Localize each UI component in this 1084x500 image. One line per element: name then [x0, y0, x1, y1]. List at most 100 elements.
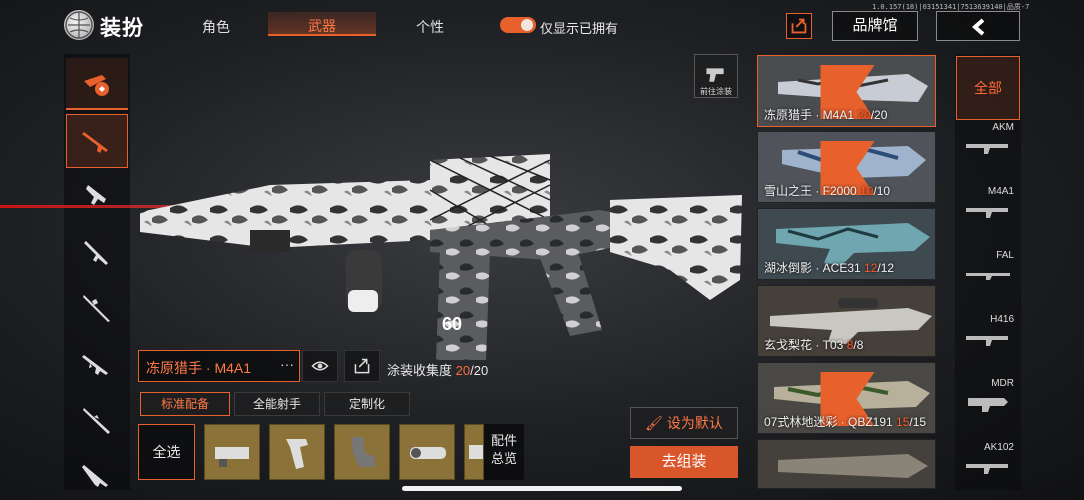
tab-all-round-shooter[interactable]: 全能射手 [234, 392, 320, 416]
machine-gun-icon [82, 355, 108, 375]
magazine-attachment-icon [469, 445, 483, 459]
mdr-icon [968, 398, 1008, 412]
go-assemble-button[interactable]: 去组装 [630, 446, 738, 478]
skin-card-qbz191[interactable]: 07式林地迷彩 · QBZ191 15/15 [757, 362, 936, 434]
skin-card-m4a1[interactable]: 冻原猎手 · M4A1 20/20 [757, 55, 936, 127]
skin-total-count: /12 [877, 261, 895, 275]
share-button[interactable] [344, 350, 380, 382]
tab-customization[interactable]: 定制化 [324, 392, 410, 416]
tab-standard-loadout[interactable]: 标准配备 [140, 392, 230, 416]
weapon-filter-h416[interactable]: H416 [956, 312, 1020, 372]
weapon-filter-label: H416 [990, 314, 1014, 325]
export-button[interactable] [786, 13, 812, 39]
category-smg[interactable] [66, 170, 128, 222]
back-button[interactable] [936, 11, 1020, 41]
back-arrow-icon [971, 18, 985, 36]
skin-owned-count: 15 [896, 415, 910, 429]
marksman-rifle-icon [83, 408, 110, 434]
game-logo-icon [64, 10, 94, 40]
ak102-icon [966, 464, 1008, 474]
scope-attachment-icon [410, 447, 446, 459]
eye-icon [311, 361, 329, 371]
weapon-skin-icon [84, 75, 109, 96]
skin-card-f2000[interactable]: 雪山之王 · F2000 10/10 [757, 131, 936, 203]
weapon-filter-label: AK102 [983, 442, 1014, 453]
weapon-filter-akm[interactable]: AKM [956, 120, 1020, 180]
skin-card-ace31[interactable]: 湖冰倒影 · ACE31 12/12 [757, 208, 936, 280]
attachment-slot[interactable] [204, 424, 260, 480]
fal-icon [966, 273, 1010, 280]
tab-personality[interactable]: 个性 [410, 17, 450, 37]
skin-card-label: 07式林地迷彩 · QBZ191 15/15 [764, 413, 926, 430]
overview-label-line1: 配件 [490, 433, 517, 448]
category-shotgun[interactable] [66, 226, 128, 278]
akm-icon [966, 144, 1008, 154]
skin-card-t03[interactable]: 玄戈梨花 · T03 8/8 [757, 285, 936, 357]
skin-card-label: 玄戈梨花 · T03 8/8 [764, 336, 863, 353]
svg-text:60: 60 [442, 314, 462, 334]
filter-all-button[interactable]: 全部 [956, 56, 1020, 120]
skin-owned-count: 20 [857, 108, 871, 122]
weapon-filter-label: AKM [992, 122, 1014, 133]
skin-total-count: /15 [909, 415, 927, 429]
home-indicator[interactable] [402, 486, 682, 491]
attachment-slot[interactable] [464, 424, 484, 480]
skin-total-count: /8 [853, 338, 864, 352]
category-lmg[interactable] [66, 338, 128, 390]
weapon-filter-fal[interactable]: FAL [956, 248, 1020, 308]
shotgun-icon [84, 241, 108, 265]
category-all-weapons[interactable] [66, 58, 128, 110]
skin-name: 玄戈梨花 · T03 [764, 338, 847, 352]
category-assault-rifle[interactable] [66, 114, 128, 168]
attachment-slot[interactable] [269, 424, 325, 480]
set-default-label: 设为默认 [666, 415, 723, 431]
stock-attachment-icon [351, 437, 375, 467]
brand-hall-button[interactable]: 品牌馆 [832, 11, 918, 41]
attachment-slot[interactable] [334, 424, 390, 480]
page-title: 装扮 [100, 17, 144, 40]
category-pistol[interactable] [66, 450, 128, 500]
category-sniper[interactable] [66, 282, 128, 334]
muzzle-attachment-icon [215, 447, 249, 467]
attachments-overview-button[interactable]: 配件 总览 [484, 424, 524, 480]
weapon-filter-label: FAL [996, 250, 1014, 261]
attachment-slot[interactable] [399, 424, 455, 480]
skin-collection-progress: 涂装收集度 20/20 [387, 360, 488, 379]
collection-owned: 20 [455, 363, 471, 378]
sniper-rifle-icon [83, 295, 110, 322]
select-all-button[interactable]: 全选 [138, 424, 195, 480]
skin-owned-count: 10 [860, 184, 874, 198]
skin-card-label: 雪山之王 · F2000 10/10 [764, 182, 890, 199]
skin-name: 07式林地迷彩 · QBZ191 [764, 415, 897, 429]
category-dmr[interactable] [66, 394, 128, 446]
weapon-filter-ak102[interactable]: AK102 [956, 440, 1020, 500]
m4a1-icon [966, 208, 1008, 218]
goto-paint-label: 前往涂装 [700, 87, 732, 96]
skin-total-count: /20 [870, 108, 888, 122]
owned-only-label: 仅显示已拥有 [540, 21, 619, 36]
set-default-button[interactable]: 🖌 设为默认 [630, 407, 738, 439]
preview-button[interactable] [302, 350, 338, 382]
skin-owned-count: 12 [864, 261, 878, 275]
collection-label: 涂装收集度 [387, 363, 453, 378]
weapon-filter-label: M4A1 [987, 186, 1014, 197]
share-icon [354, 358, 370, 374]
category-divider [66, 108, 128, 110]
skin-thumbnail [758, 440, 935, 488]
overview-label-line2: 总览 [490, 451, 517, 466]
weapon-preview-image[interactable]: 60 [130, 140, 750, 360]
skin-total-count: /10 [873, 184, 891, 198]
toggle-knob [521, 19, 533, 31]
tab-weapon[interactable]: 武器 [268, 12, 376, 36]
skin-card-label: 冻原猎手 · M4A1 20/20 [764, 106, 887, 123]
skin-card-partial[interactable] [757, 439, 936, 489]
skin-name: 雪山之王 · F2000 [764, 184, 861, 198]
more-options-button[interactable]: ··· [280, 356, 294, 372]
skin-name: 冻原猎手 · M4A1 [764, 108, 858, 122]
weapon-filter-mdr[interactable]: MDR [956, 376, 1020, 436]
weapon-filter-m4a1[interactable]: M4A1 [956, 184, 1020, 244]
weapon-skin-name: 冻原猎手 · M4A1 [146, 360, 252, 376]
weapon-filter-label: MDR [991, 378, 1014, 389]
skin-card-label: 湖冰倒影 · ACE31 12/12 [764, 259, 894, 276]
tab-character[interactable]: 角色 [196, 17, 236, 37]
